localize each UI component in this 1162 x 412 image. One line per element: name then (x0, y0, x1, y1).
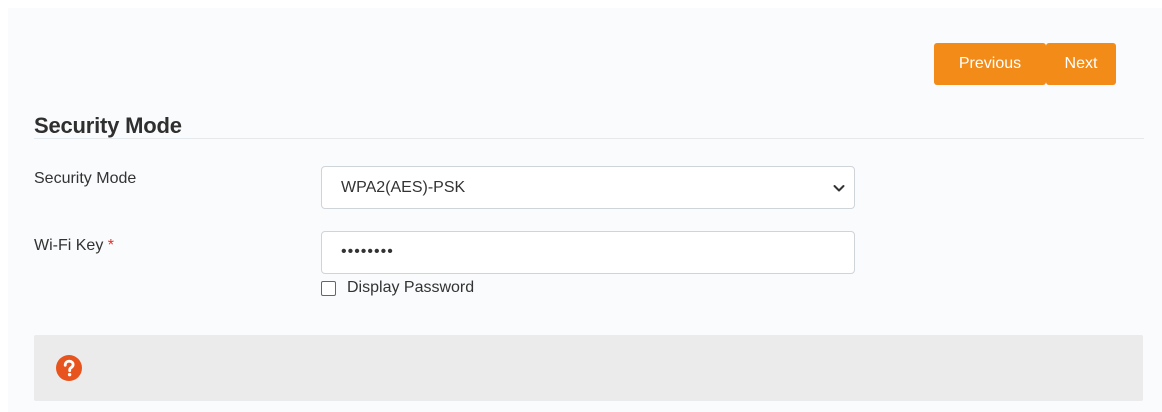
security-mode-label: Security Mode (34, 170, 137, 187)
security-mode-selected-value: WPA2(AES)-PSK (341, 179, 466, 196)
section-title: Security Mode (34, 113, 182, 138)
wifi-key-input[interactable]: •••••••• (321, 231, 855, 274)
help-box (34, 335, 1143, 401)
help-circle-icon[interactable] (56, 355, 82, 381)
security-mode-select[interactable]: WPA2(AES)-PSK (321, 166, 855, 209)
required-asterisk: * (107, 237, 115, 254)
display-password-label[interactable]: Display Password (347, 279, 474, 297)
wifi-key-masked-value: •••••••• (341, 243, 394, 260)
display-password-checkbox[interactable] (321, 281, 336, 296)
chevron-down-icon (833, 185, 845, 192)
section-divider (34, 138, 1144, 139)
next-button[interactable]: Next (1046, 43, 1116, 85)
wifi-key-label: Wi-Fi Key * (34, 237, 114, 255)
wizard-panel: Previous Next Security Mode Security Mod… (8, 8, 1162, 412)
previous-button[interactable]: Previous (934, 43, 1046, 85)
wifi-key-label-text: Wi-Fi Key (34, 237, 104, 254)
